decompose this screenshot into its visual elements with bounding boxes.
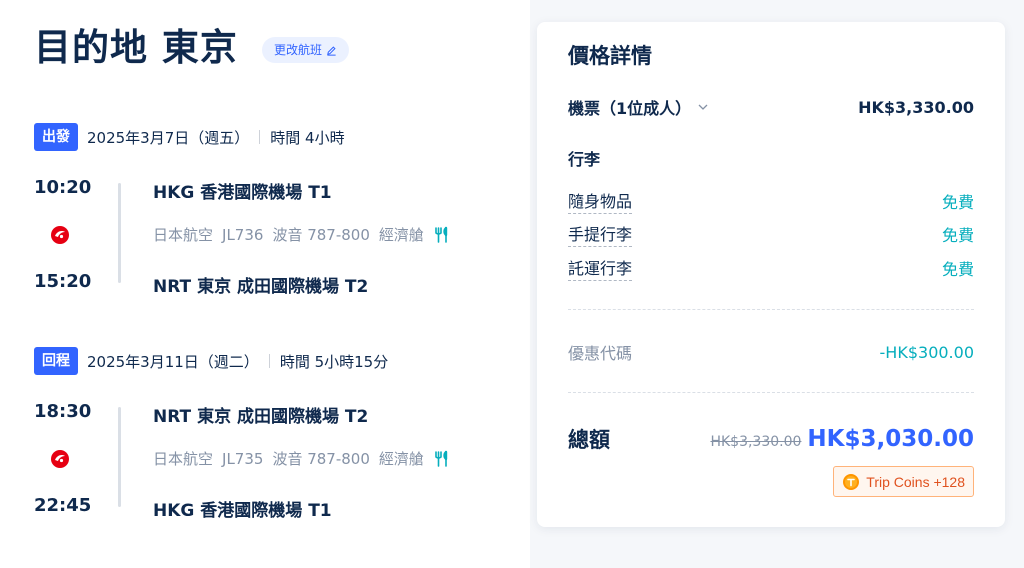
pencil-icon [327,45,336,56]
price-details-title: 價格詳情 [568,44,652,68]
return-segment: 回程 2025年3月11日（週二） 時間 5小時15分 18:30 NRT 東京… [34,347,514,527]
return-duration: 時間 5小時15分 [279,352,389,371]
cabin-class: 經濟艙 [378,226,424,244]
trip-coins-badge: Trip Coins +128 [833,466,974,497]
flight-summary-panel: 目的地 東京 更改航班 出發 2025年3月7日（週五） 時間 4小時 10:2… [0,0,530,568]
cabin-class: 經濟艙 [378,450,424,468]
baggage-item-label[interactable]: 隨身物品 [568,188,633,214]
ticket-price: HK$3,330.00 [858,97,974,117]
outbound-duration: 時間 4小時 [270,128,345,147]
return-badge: 回程 [34,347,78,375]
divider [259,130,261,144]
change-flight-label: 更改航班 [274,43,323,57]
baggage-item-value: 免費 [941,193,974,212]
return-date: 2025年3月11日（週二） [87,352,259,371]
baggage-row: 託運行李 免費 [568,255,974,281]
flight-number: JL736 [222,225,264,244]
total-price: HK$3,030.00 [807,426,974,452]
baggage-item-value: 免費 [941,226,974,245]
baggage-row: 隨身物品 免費 [568,188,974,214]
return-arrive-airport: HKG 香港國際機場 T1 [153,501,332,521]
promo-label: 優惠代碼 [568,344,633,363]
baggage-item-label[interactable]: 手提行李 [568,221,633,247]
baggage-row: 手提行李 免費 [568,221,974,247]
return-header: 回程 2025年3月11日（週二） 時間 5小時15分 [34,347,514,375]
ticket-row: 機票（1位成人） HK$3,330.00 [568,95,974,119]
jal-logo-icon [51,226,69,244]
divider [268,354,270,368]
jal-logo-icon [51,450,69,468]
outbound-badge: 出發 [34,123,78,151]
outbound-date: 2025年3月7日（週五） [87,128,250,147]
outbound-flight-info: 日本航空 JL736 波音 787-800 經濟艙 [153,224,451,245]
trip-coin-icon [843,473,860,490]
airline-name: 日本航空 [153,450,214,468]
baggage-item-value: 免費 [941,260,974,279]
outbound-arrive-time: 15:20 [34,271,92,292]
aircraft-type: 波音 787-800 [272,450,370,468]
chevron-down-icon [698,104,708,110]
total-row: 總額 HK$3,330.00 HK$3,030.00 [568,424,974,454]
aircraft-type: 波音 787-800 [272,226,370,244]
destination-title: 目的地 東京 [34,26,238,69]
timeline-line [118,183,121,283]
return-depart-time: 18:30 [34,401,92,422]
trip-coins-text: Trip Coins +128 [866,473,965,490]
outbound-depart-airport: HKG 香港國際機場 T1 [153,183,332,203]
flight-number: JL735 [222,449,264,468]
price-details-card: 價格詳情 機票（1位成人） HK$3,330.00 行李 隨身物品 免費 手提行… [537,22,1005,527]
outbound-segment: 出發 2025年3月7日（週五） 時間 4小時 10:20 HKG 香港國際機場… [34,123,514,303]
baggage-item-label[interactable]: 託運行李 [568,255,633,281]
return-depart-airport: NRT 東京 成田國際機場 T2 [153,407,369,427]
promo-value: -HK$300.00 [879,342,974,362]
ticket-toggle[interactable]: 機票（1位成人） [568,95,709,119]
return-flight-info: 日本航空 JL735 波音 787-800 經濟艙 [153,448,451,469]
meal-icon [435,450,448,467]
ticket-label: 機票（1位成人） [568,99,692,118]
outbound-header: 出發 2025年3月7日（週五） 時間 4小時 [34,123,514,151]
section-divider [568,392,974,393]
original-total: HK$3,330.00 [710,434,802,450]
total-prices: HK$3,330.00 HK$3,030.00 [710,426,974,452]
baggage-title: 行李 [568,150,601,169]
outbound-arrive-airport: NRT 東京 成田國際機場 T2 [153,277,369,297]
return-arrive-time: 22:45 [34,495,92,516]
timeline-line [118,407,121,507]
change-flight-button[interactable]: 更改航班 [262,37,350,63]
outbound-depart-time: 10:20 [34,177,92,198]
airline-name: 日本航空 [153,226,214,244]
meal-icon [435,226,448,243]
section-divider [568,309,974,310]
total-label: 總額 [568,428,610,452]
promo-row: 優惠代碼 -HK$300.00 [568,340,974,364]
